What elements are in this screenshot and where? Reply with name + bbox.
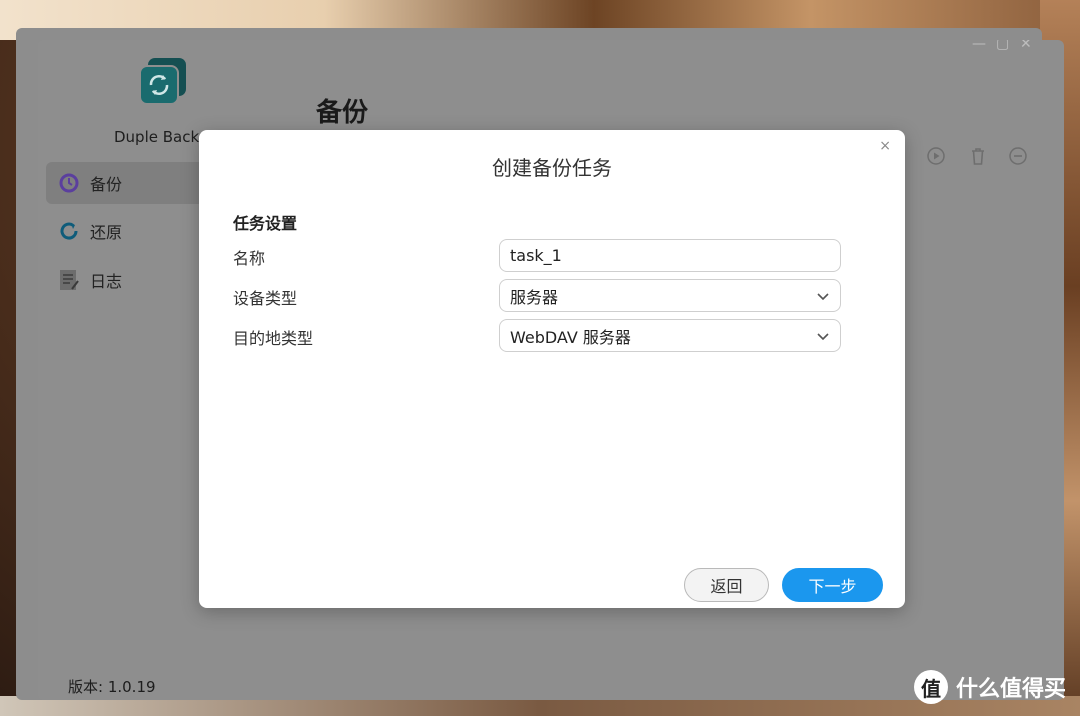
chevron-down-icon	[817, 332, 829, 340]
log-icon	[58, 269, 80, 291]
version-label: 版本: 1.0.19	[68, 678, 156, 696]
device-type-label: 设备类型	[233, 289, 298, 308]
destination-type-label: 目的地类型	[233, 329, 314, 348]
watermark-text: 什么值得买	[955, 677, 1066, 702]
page-title: 备份	[316, 98, 369, 128]
minus-circle-icon[interactable]	[1008, 146, 1028, 166]
play-icon[interactable]	[926, 146, 946, 166]
watermark-logo: 值	[913, 670, 948, 704]
minimize-icon[interactable]: —	[972, 40, 986, 52]
watermark: 值 什么值得买	[913, 670, 1066, 704]
dialog-title: 创建备份任务	[492, 156, 612, 180]
close-window-icon[interactable]: ✕	[1020, 40, 1032, 52]
section-title: 任务设置	[233, 214, 298, 233]
next-button[interactable]: 下一步	[782, 568, 883, 602]
name-input[interactable]	[499, 239, 841, 272]
sidebar-item-label: 备份	[90, 175, 123, 194]
restore-icon	[58, 220, 80, 242]
chevron-down-icon	[817, 292, 829, 300]
sidebar-item-label: 还原	[90, 223, 123, 242]
maximize-icon[interactable]: ▢	[996, 40, 1009, 52]
destination-type-value: WebDAV 服务器	[510, 327, 631, 347]
name-label: 名称	[233, 249, 266, 268]
sidebar-item-label: 日志	[90, 272, 123, 291]
sidebar-item-backup[interactable]: 备份	[46, 162, 206, 204]
sidebar-item-restore[interactable]: 还原	[46, 210, 206, 252]
app-logo	[138, 56, 188, 106]
trash-icon[interactable]	[968, 146, 988, 166]
device-type-value: 服务器	[510, 287, 559, 307]
device-type-select[interactable]: 服务器	[499, 279, 841, 312]
destination-type-select[interactable]: WebDAV 服务器	[499, 319, 841, 352]
create-backup-dialog: × 创建备份任务 任务设置 名称 设备类型 服务器 目的地类型 WebDAV 服…	[199, 130, 905, 608]
back-button[interactable]: 返回	[684, 568, 769, 602]
clock-icon	[58, 172, 80, 194]
sidebar-item-log[interactable]: 日志	[46, 259, 206, 301]
